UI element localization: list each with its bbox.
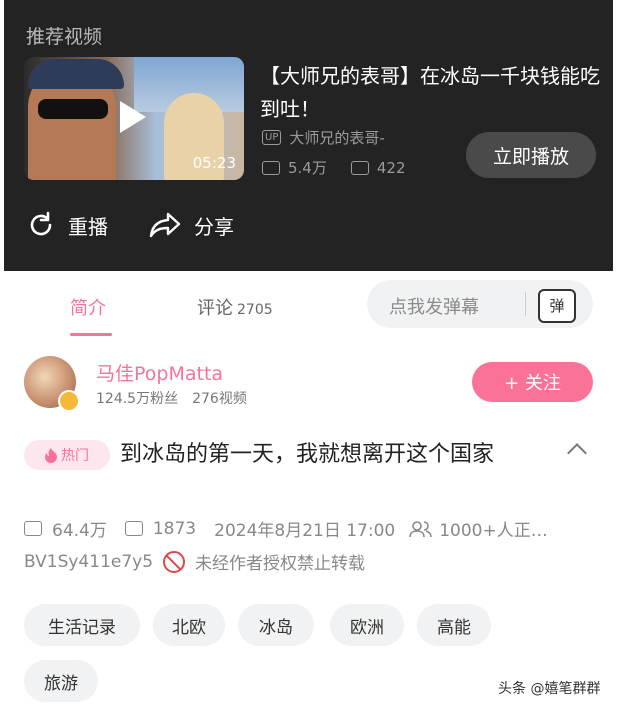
no-repost-icon (163, 550, 186, 573)
video-duration: 05:23 (192, 154, 236, 172)
publish-datetime: 2024年8月21日 17:00 (214, 521, 396, 541)
video-id-line: BV1Sy411e7y5 未经作者授权禁止转载 (24, 549, 365, 574)
view-count: 64.4万 (52, 521, 107, 541)
copyright-notice: 未经作者授权禁止转载 (195, 554, 366, 574)
tag-item[interactable]: 北欧 (153, 604, 225, 646)
tag-item[interactable]: 高能 (417, 604, 491, 646)
replay-icon (30, 211, 52, 236)
flame-icon (45, 447, 57, 463)
up-badge-icon: UP (262, 130, 282, 145)
tab-comments[interactable]: 评论 2705 (197, 294, 273, 320)
video-player-end-screen: 推荐视频 05:23 【大师兄的表哥】在冰岛一千块钱能吃到吐！ UP 大师兄的表… (4, 0, 613, 271)
danmaku-count-icon (350, 160, 369, 175)
recommended-video-title[interactable]: 【大师兄的表哥】在冰岛一千块钱能吃到吐！ (260, 60, 605, 126)
recommended-video-uploader[interactable]: UP 大师兄的表哥- (262, 127, 385, 148)
view-count: 5.4万 (288, 159, 327, 177)
tag-item[interactable]: 冰岛 (238, 604, 314, 646)
author-stats: 124.5万粉丝 276视频 (96, 388, 247, 408)
recommended-video-thumbnail[interactable]: 05:23 (24, 57, 244, 180)
author-name[interactable]: 马佳PopMatta (96, 359, 223, 386)
bv-id: BV1Sy411e7y5 (24, 551, 154, 572)
watching-people-icon (409, 520, 433, 537)
play-now-button[interactable]: 立即播放 (466, 132, 596, 178)
share-button[interactable]: 分享 (148, 210, 234, 240)
danmaku-count: 1873 (152, 518, 197, 539)
danmaku-count-icon (124, 521, 143, 536)
share-icon (149, 212, 181, 238)
tab-comments-label: 评论 (197, 298, 233, 319)
danmaku-toggle-icon[interactable]: 弹 (538, 289, 576, 323)
tag-item[interactable]: 旅游 (24, 660, 98, 702)
danmaku-count: 422 (376, 158, 406, 177)
recommend-label: 推荐视频 (26, 26, 103, 48)
play-icon (120, 101, 146, 133)
hot-label: 热门 (61, 448, 89, 464)
replay-label: 重播 (68, 214, 108, 239)
follow-button[interactable]: + 关注 (472, 362, 593, 402)
divider (525, 292, 526, 316)
watching-count: 1000+人正… (439, 521, 548, 541)
watermark: 头条 @嬉笔群群 (498, 681, 601, 697)
play-count-icon (262, 160, 280, 175)
tab-comments-count: 2705 (237, 302, 273, 318)
share-label: 分享 (194, 214, 234, 239)
tag-item[interactable]: 欧洲 (330, 604, 404, 646)
collapse-chevron-icon[interactable] (567, 443, 587, 463)
replay-button[interactable]: 重播 (26, 210, 108, 240)
danmaku-placeholder: 点我发弹幕 (389, 297, 479, 318)
video-meta: 64.4万 1873 2024年8月21日 17:00 1000+人正… (24, 516, 548, 541)
danmaku-input[interactable]: 点我发弹幕 弹 (367, 280, 593, 328)
video-count: 276视频 (192, 391, 247, 407)
hot-badge: 热门 (24, 440, 110, 470)
tab-intro[interactable]: 简介 (70, 294, 106, 320)
play-count-icon (24, 521, 42, 536)
recommended-video-stats: 5.4万 422 (262, 157, 406, 178)
tag-item[interactable]: 生活记录 (24, 604, 140, 646)
verified-badge-icon (58, 390, 80, 412)
follower-count: 124.5万粉丝 (96, 391, 179, 407)
uploader-name: 大师兄的表哥- (289, 129, 385, 147)
tab-active-indicator (70, 333, 112, 336)
